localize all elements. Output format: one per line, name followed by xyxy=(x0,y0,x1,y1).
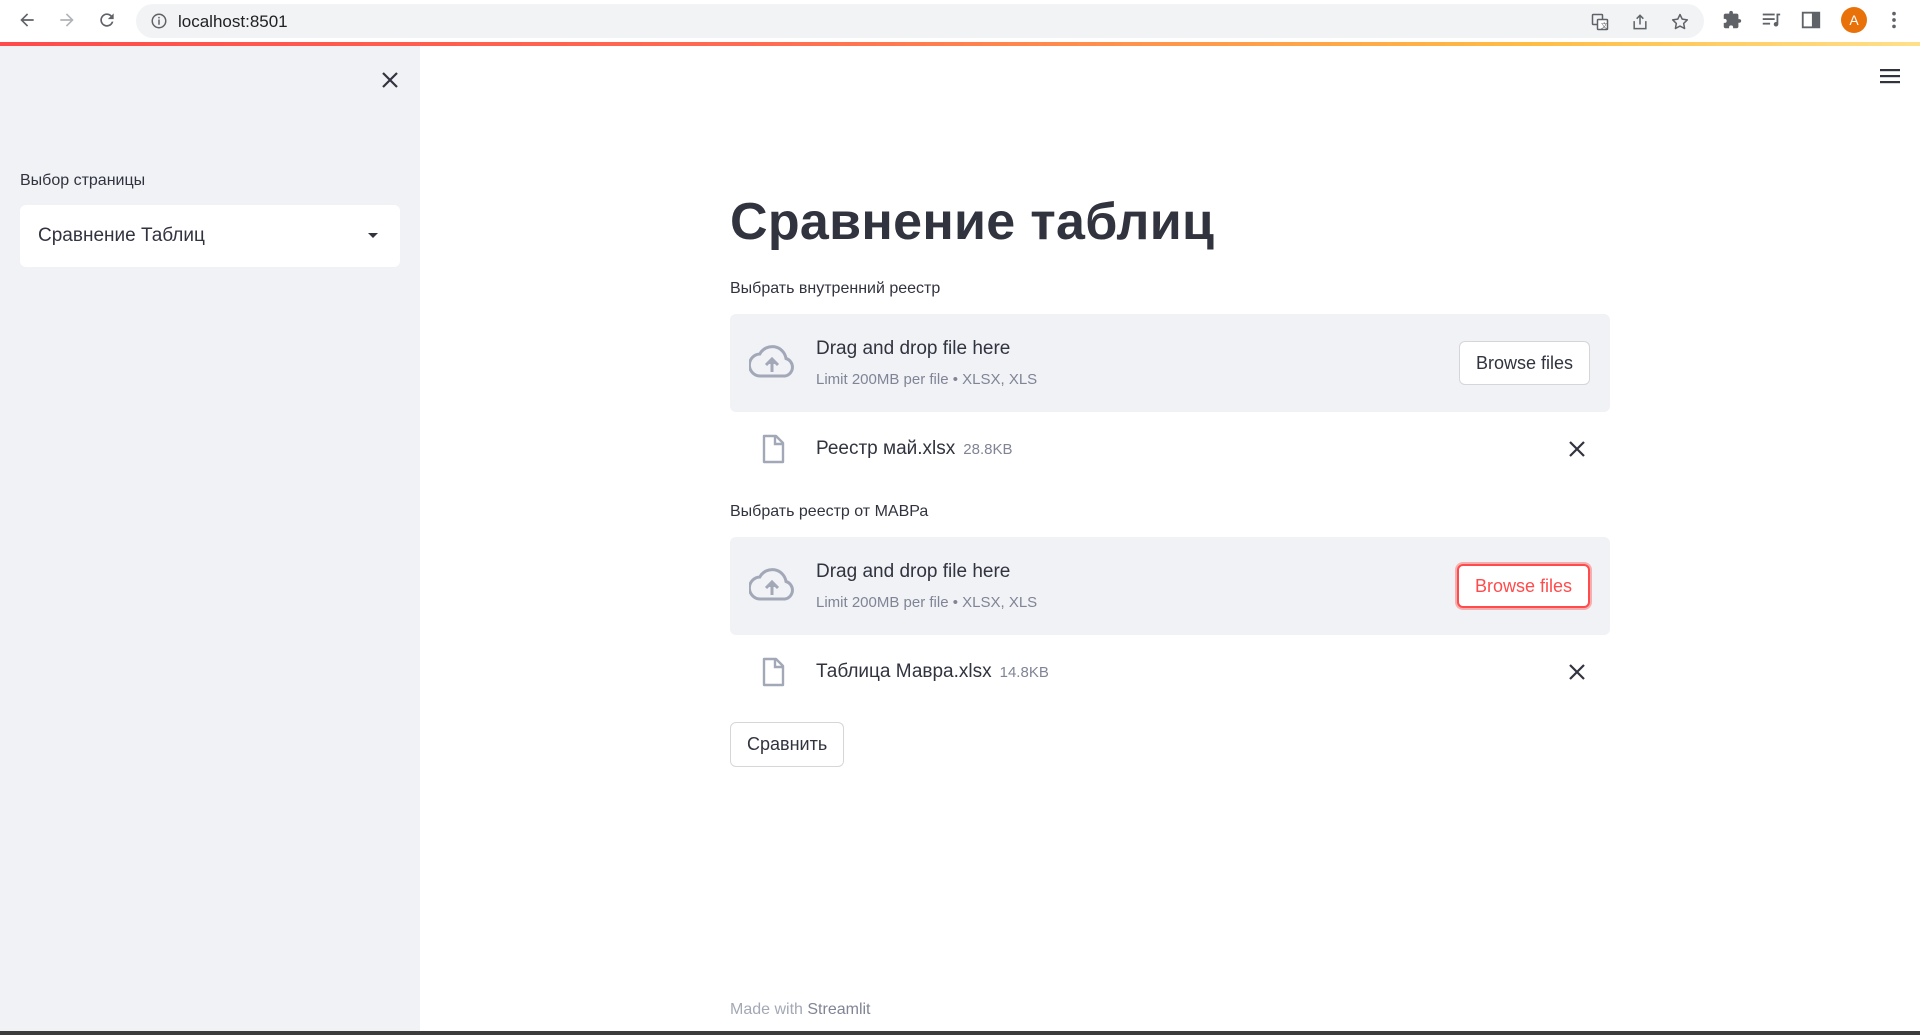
media-playlist-icon[interactable] xyxy=(1760,9,1782,31)
file-icon xyxy=(762,434,785,464)
url-text: localhost:8501 xyxy=(178,12,288,31)
browse-files-button[interactable]: Browse files xyxy=(1456,564,1590,608)
sidebar: Выбор страницы Сравнение Таблиц xyxy=(0,46,420,1035)
taskbar-edge xyxy=(0,1031,1920,1035)
compare-button[interactable]: Сравнить xyxy=(730,722,845,767)
remove-file-icon[interactable] xyxy=(1565,437,1589,461)
file-dropzone-mavr[interactable]: Drag and drop file here Limit 200MB per … xyxy=(730,537,1610,635)
browser-toolbar: localhost:8501 文 A xyxy=(0,0,1920,42)
cloud-upload-icon xyxy=(749,345,794,378)
address-bar[interactable]: localhost:8501 文 xyxy=(136,4,1704,38)
side-panel-icon[interactable] xyxy=(1800,9,1822,31)
remove-file-icon[interactable] xyxy=(1565,660,1589,684)
forward-icon[interactable] xyxy=(52,5,82,35)
dropzone-subtitle: Limit 200MB per file • XLSX, XLS xyxy=(816,594,1038,611)
bookmark-star-icon[interactable] xyxy=(1670,12,1690,32)
file-size: 14.8KB xyxy=(999,664,1049,681)
dropzone-title: Drag and drop file here xyxy=(816,338,1011,359)
back-icon[interactable] xyxy=(12,5,42,35)
streamlit-link[interactable]: Streamlit xyxy=(807,1001,870,1018)
file-icon xyxy=(762,657,785,687)
uploaded-file-row: Реестр май.xlsx 28.8KB xyxy=(730,424,1610,474)
info-icon[interactable] xyxy=(150,12,168,30)
svg-text:文: 文 xyxy=(1601,21,1608,30)
page-title: Сравнение таблиц xyxy=(730,193,1215,251)
page-select-value: Сравнение Таблиц xyxy=(38,225,205,246)
dropzone-subtitle: Limit 200MB per file • XLSX, XLS xyxy=(816,371,1038,388)
uploader-label-internal: Выбрать внутренний реестр xyxy=(730,280,941,297)
extensions-icon[interactable] xyxy=(1721,9,1743,31)
page-select-label: Выбор страницы xyxy=(20,172,146,189)
file-name: Реестр май.xlsx xyxy=(816,438,956,459)
browse-files-button[interactable]: Browse files xyxy=(1458,341,1590,385)
cloud-upload-icon xyxy=(749,568,794,601)
translate-icon[interactable]: 文 xyxy=(1590,12,1610,32)
uploader-label-mavr: Выбрать реестр от МАВРа xyxy=(730,503,929,520)
sidebar-close-icon[interactable] xyxy=(376,66,404,94)
page-select[interactable]: Сравнение Таблиц xyxy=(20,205,400,267)
footer: Made with Streamlit xyxy=(730,1001,871,1019)
more-vert-icon[interactable] xyxy=(1883,9,1905,31)
footer-prefix: Made with xyxy=(730,1001,803,1018)
file-dropzone-internal[interactable]: Drag and drop file here Limit 200MB per … xyxy=(730,314,1610,412)
file-size: 28.8KB xyxy=(963,441,1013,458)
uploaded-file-row: Таблица Мавра.xlsx 14.8KB xyxy=(730,647,1610,697)
chevron-down-icon xyxy=(368,233,378,238)
hamburger-menu-icon[interactable] xyxy=(1877,66,1903,86)
reload-icon[interactable] xyxy=(92,5,122,35)
profile-avatar[interactable]: A xyxy=(1841,7,1867,33)
file-name: Таблица Мавра.xlsx xyxy=(816,661,992,682)
dropzone-title: Drag and drop file here xyxy=(816,561,1011,582)
share-icon[interactable] xyxy=(1630,12,1650,32)
